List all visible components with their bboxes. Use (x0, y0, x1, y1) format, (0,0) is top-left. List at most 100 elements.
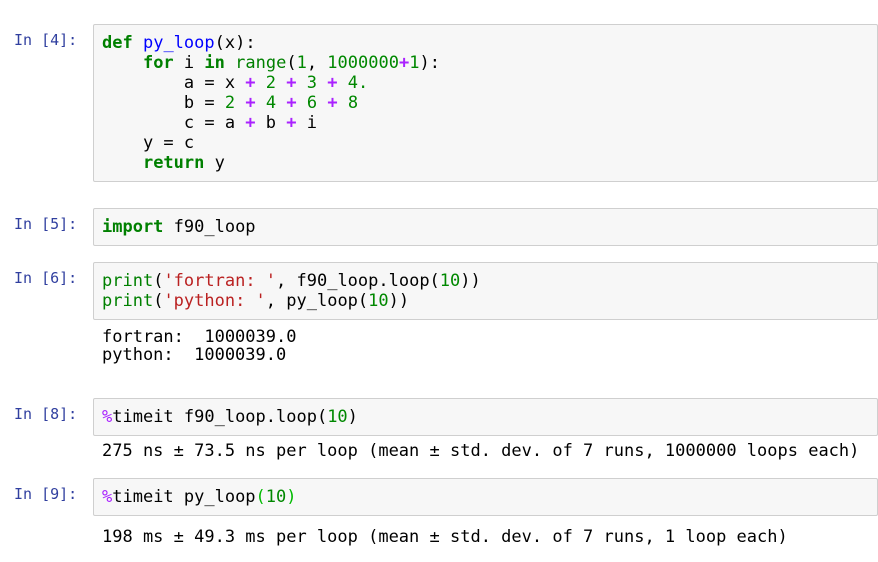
code-token: y = c (102, 133, 195, 153)
code-token: 4 (265, 93, 277, 113)
input-prompt: In [9]: (14, 485, 78, 503)
code-cell: In [8]: %timeit f90_loop.loop(10) (14, 398, 878, 436)
code-token: 'python: ' (163, 291, 266, 311)
code-token: + (245, 93, 256, 113)
code-cell: In [6]: print('fortran: ', f90_loop.loop… (14, 262, 878, 320)
code-token: return (142, 153, 205, 173)
code-token: 1 (296, 53, 307, 73)
code-token: ( (153, 291, 164, 311)
code-cell: In [5]: import f90_loop (14, 208, 878, 246)
code-token: b (255, 113, 287, 133)
code-input-area[interactable]: %timeit f90_loop.loop(10) (93, 398, 878, 436)
code-token: ( (255, 487, 266, 507)
output-text: 275 ns ± 73.5 ns per loop (mean ± std. d… (102, 442, 860, 460)
code-input-area[interactable]: def py_loop(x): for i in range(1, 100000… (93, 24, 878, 182)
code-line: return y (102, 153, 869, 173)
code-token: 10 (439, 271, 461, 291)
input-prompt: In [5]: (14, 215, 78, 233)
code-token: + (286, 73, 297, 93)
code-token: in (204, 53, 225, 73)
code-token: , py_loop( (265, 291, 369, 311)
code-token: + (245, 73, 256, 93)
code-token: ) (286, 487, 297, 507)
code-line: print('python: ', py_loop(10)) (102, 291, 869, 311)
code-token: a = x (102, 73, 246, 93)
code-token: print (102, 271, 154, 291)
output-text: 198 ms ± 49.3 ms per loop (mean ± std. d… (102, 528, 788, 546)
code-token: 3 (306, 73, 318, 93)
code-line: import f90_loop (102, 217, 869, 237)
code-token: import (102, 217, 164, 237)
code-line: c = a + b + i (102, 113, 869, 133)
input-prompt: In [4]: (14, 31, 78, 49)
code-token: % (102, 487, 113, 507)
code-token: for (142, 53, 174, 73)
code-token: % (102, 407, 113, 427)
code-line: b = 2 + 4 + 6 + 8 (102, 93, 869, 113)
code-input-area[interactable]: import f90_loop (93, 208, 878, 246)
code-token: py_loop (142, 33, 215, 53)
code-token: def (102, 33, 133, 53)
code-line: def py_loop(x): (102, 33, 869, 53)
code-token: )) (460, 271, 481, 291)
code-token: , f90_loop.loop( (276, 271, 440, 291)
code-token: 2 (265, 73, 277, 93)
code-line: for i in range(1, 1000000+1): (102, 53, 869, 73)
code-input-area[interactable]: %timeit py_loop(10) (93, 478, 878, 516)
code-token: range (235, 53, 287, 73)
code-line: a = x + 2 + 3 + 4. (102, 73, 869, 93)
code-token: timeit f90_loop.loop( (112, 407, 328, 427)
code-token: 'fortran: ' (163, 271, 277, 291)
code-line: %timeit f90_loop.loop(10) (102, 407, 869, 427)
code-token: 10 (265, 487, 287, 507)
code-token: ) (347, 407, 358, 427)
code-token: c = a (102, 113, 246, 133)
code-token: (x): (214, 33, 256, 53)
code-input-area[interactable]: print('fortran: ', f90_loop.loop(10)) pri… (93, 262, 878, 320)
input-prompt: In [6]: (14, 269, 78, 287)
code-token: 2 (224, 93, 236, 113)
code-token: ): (419, 53, 440, 73)
code-token: 6 (306, 93, 318, 113)
code-token: 1 (409, 53, 420, 73)
code-token: ( (286, 53, 297, 73)
code-token: + (286, 113, 297, 133)
code-token: 8 (347, 93, 359, 113)
input-prompt: In [8]: (14, 405, 78, 423)
code-token: + (245, 113, 256, 133)
code-token: + (327, 73, 338, 93)
code-token: timeit py_loop (112, 487, 256, 507)
code-token: 10 (327, 407, 348, 427)
code-token: print (102, 291, 154, 311)
code-token: f90_loop (163, 217, 256, 237)
code-token: i (296, 113, 317, 133)
code-line: %timeit py_loop(10) (102, 487, 869, 507)
code-cell: In [4]: def py_loop(x): for i in range(1… (14, 24, 878, 182)
code-token: 1000000 (327, 53, 399, 73)
code-token: 4. (347, 73, 369, 93)
code-token: + (398, 53, 410, 73)
code-token: + (327, 93, 338, 113)
output-text: fortran: 1000039.0 python: 1000039.0 (102, 328, 297, 364)
code-token: + (286, 93, 297, 113)
code-line: print('fortran: ', f90_loop.loop(10)) (102, 271, 869, 291)
code-token: i (173, 53, 205, 73)
code-token: b = (102, 93, 225, 113)
code-token: 10 (368, 291, 389, 311)
code-cell: In [9]: %timeit py_loop(10) (14, 478, 878, 516)
code-token: ( (153, 271, 164, 291)
